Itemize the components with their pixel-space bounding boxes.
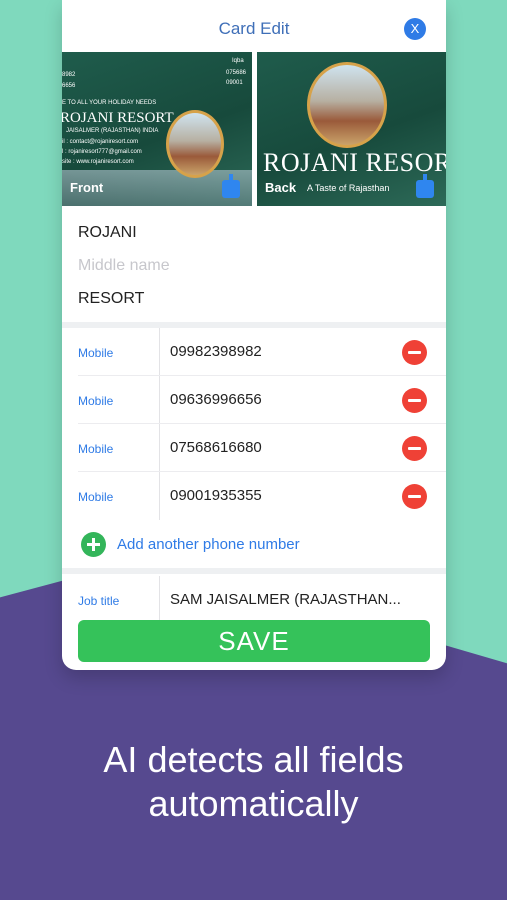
section-divider xyxy=(62,568,446,574)
first-name-field[interactable]: ROJANI xyxy=(78,224,137,242)
share-icon[interactable] xyxy=(222,174,240,198)
row-divider xyxy=(159,424,160,472)
close-button[interactable]: X xyxy=(404,18,426,40)
card-text: 6656 xyxy=(62,83,76,89)
last-name-field[interactable]: RESORT xyxy=(78,290,144,308)
card-brand: ROJANI RESORT xyxy=(62,110,174,126)
phone-type-label[interactable]: Mobile xyxy=(78,346,113,360)
share-icon[interactable] xyxy=(416,174,434,198)
card-text: JAISALMER (RAJASTHAN) INDIA xyxy=(66,128,159,134)
phone-type-label[interactable]: Mobile xyxy=(78,490,113,504)
card-back-label: Back xyxy=(265,180,297,195)
card-text: 8982 xyxy=(62,72,76,78)
phone-row: Mobile 07568616680 xyxy=(62,424,446,472)
card-brand: ROJANI RESOR xyxy=(263,148,446,177)
job-title-field[interactable]: SAM JAISALMER (RAJASTHAN... xyxy=(170,591,401,608)
phone-row: Mobile 09636996656 xyxy=(62,376,446,424)
add-circle-icon[interactable] xyxy=(81,532,106,557)
remove-phone-button[interactable] xyxy=(402,340,427,365)
card-front-image[interactable]: 8982 6656 E TO ALL YOUR HOLIDAY NEEDS RO… xyxy=(62,52,252,206)
row-divider xyxy=(159,576,160,624)
caption-line-2: automatically xyxy=(148,783,359,824)
card-text: E TO ALL YOUR HOLIDAY NEEDS xyxy=(62,100,157,106)
job-title-label: Job title xyxy=(78,594,120,608)
name-section: ROJANI Middle name RESORT xyxy=(62,210,446,322)
phone-type-label[interactable]: Mobile xyxy=(78,394,113,408)
navigation-bar: Card Edit X xyxy=(62,6,446,52)
row-divider xyxy=(159,472,160,520)
add-phone-link[interactable]: Add another phone number xyxy=(117,536,300,553)
save-button[interactable]: SAVE xyxy=(78,620,430,662)
phone-type-label[interactable]: Mobile xyxy=(78,442,113,456)
card-front-label: Front xyxy=(70,180,104,195)
phone-row: Mobile 09001935355 xyxy=(62,472,446,520)
card-text: 075686 xyxy=(226,70,247,76)
phone-number-field[interactable]: 09982398982 xyxy=(170,343,262,360)
row-divider xyxy=(159,376,160,424)
card-tagline: A Taste of Rajasthan xyxy=(307,183,390,193)
phone-number-field[interactable]: 09636996656 xyxy=(170,391,262,408)
remove-phone-button[interactable] xyxy=(402,484,427,509)
row-divider xyxy=(159,328,160,376)
remove-phone-button[interactable] xyxy=(402,436,427,461)
promo-caption: AI detects all fields automatically xyxy=(0,738,507,826)
add-phone-row[interactable]: Add another phone number xyxy=(62,522,446,568)
middle-name-field[interactable]: Middle name xyxy=(78,257,170,275)
card-text: Iqba xyxy=(232,58,244,64)
caption-line-1: AI detects all fields xyxy=(103,739,404,780)
remove-phone-button[interactable] xyxy=(402,388,427,413)
card-text: l : rojaniresort777@gmail.com xyxy=(62,149,142,155)
card-text: 09001 xyxy=(226,80,243,86)
card-photo xyxy=(166,110,224,178)
card-text: site : www.rojaniresort.com xyxy=(62,159,134,165)
card-text: il : contact@rojaniresort.com xyxy=(62,139,139,145)
phone-screen: Card Edit X 8982 6656 E TO ALL YOUR HOLI… xyxy=(62,0,446,670)
page-title: Card Edit xyxy=(218,19,290,38)
card-photo xyxy=(307,62,387,148)
card-images: 8982 6656 E TO ALL YOUR HOLIDAY NEEDS RO… xyxy=(62,52,446,206)
phone-number-field[interactable]: 07568616680 xyxy=(170,439,262,456)
job-title-row: Job title SAM JAISALMER (RAJASTHAN... xyxy=(62,576,446,624)
phone-number-field[interactable]: 09001935355 xyxy=(170,487,262,504)
phone-row: Mobile 09982398982 xyxy=(62,328,446,376)
card-back-image[interactable]: ROJANI RESOR Back A Taste of Rajasthan xyxy=(257,52,446,206)
